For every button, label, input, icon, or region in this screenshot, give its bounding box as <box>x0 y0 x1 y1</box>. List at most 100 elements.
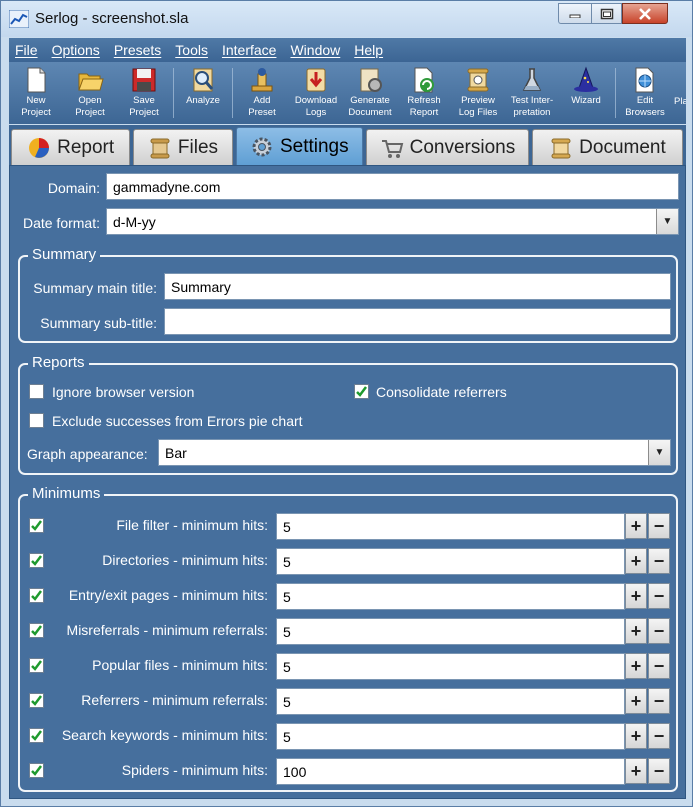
menu-window[interactable]: Window <box>290 42 340 58</box>
restore-icon <box>600 8 613 19</box>
analyze-button[interactable]: Analyze <box>176 62 230 124</box>
pie-chart-icon <box>29 137 50 158</box>
maximize-button[interactable] <box>591 3 622 24</box>
edit-browsers-button[interactable]: Edit Browsers <box>618 62 672 124</box>
refresh-report-button[interactable]: Refresh Report <box>397 62 451 124</box>
popular-files-decrement-button[interactable]: − <box>648 653 670 679</box>
open-project-button[interactable]: Open Project <box>63 62 117 124</box>
entry-exit-pages-label: Entry/exit pages - minimum hits: <box>68 587 268 603</box>
spiders-label: Spiders - minimum hits: <box>121 762 268 778</box>
download-logs-icon <box>306 68 326 92</box>
spiders-increment-button[interactable]: + <box>625 758 647 784</box>
analyze-icon <box>193 68 214 92</box>
checkmark-icon <box>31 695 42 706</box>
date-format-label: Date format: <box>22 215 100 231</box>
checkmark-icon <box>31 625 42 636</box>
add-preset-button[interactable]: Add Preset <box>235 62 289 124</box>
test-interpretation-button[interactable]: Test Inter- pretation <box>505 62 559 124</box>
app-window: Serlog - screenshot.sla File Options Pre… <box>0 0 693 807</box>
graph-appearance-select[interactable]: Bar ▼ <box>158 439 671 466</box>
file-filter-decrement-button[interactable]: − <box>648 513 670 539</box>
consolidate-referrers-label: Consolidate referrers <box>376 384 507 400</box>
referrers-increment-button[interactable]: + <box>625 688 647 714</box>
toolbar-separator <box>232 68 233 118</box>
menu-options[interactable]: Options <box>52 42 100 58</box>
tab-files[interactable]: Files <box>133 129 233 165</box>
spiders-input[interactable]: 100 <box>276 758 625 785</box>
minimums-group-title: Minimums <box>28 485 105 502</box>
referrers-input[interactable]: 5 <box>276 688 625 715</box>
open-project-icon <box>78 73 104 91</box>
misreferrals-decrement-button[interactable]: − <box>648 618 670 644</box>
tab-report[interactable]: Report <box>11 129 131 165</box>
tab-conversions[interactable]: Conversions <box>365 129 529 165</box>
graph-appearance-dropdown-button[interactable]: ▼ <box>648 440 670 465</box>
popular-files-input[interactable]: 5 <box>276 653 625 680</box>
close-button[interactable] <box>622 3 668 24</box>
wizard-icon <box>574 66 598 92</box>
minimize-button[interactable] <box>558 3 591 24</box>
consolidate-referrers-checkbox[interactable] <box>354 384 369 399</box>
preview-log-files-button[interactable]: Preview Log Files <box>451 62 505 124</box>
search-keywords-checkbox[interactable] <box>29 728 44 743</box>
new-project-button[interactable]: New Project <box>9 62 63 124</box>
directories-label: Directories - minimum hits: <box>102 552 268 568</box>
wizard-button[interactable]: Wizard <box>559 62 613 124</box>
ignore-browser-version-checkbox[interactable] <box>29 384 44 399</box>
tab-document[interactable]: Document <box>531 129 684 165</box>
popular-files-checkbox[interactable] <box>29 658 44 673</box>
entry-exit-pages-input[interactable]: 5 <box>276 583 625 610</box>
referrers-label: Referrers - minimum referrals: <box>81 692 268 708</box>
directories-checkbox[interactable] <box>29 553 44 568</box>
directories-input[interactable]: 5 <box>276 548 625 575</box>
file-filter-label: File filter - minimum hits: <box>116 517 268 533</box>
search-keywords-input[interactable]: 5 <box>276 723 625 750</box>
test-interpretation-icon <box>522 68 542 91</box>
domain-label: Domain: <box>47 180 100 196</box>
file-filter-checkbox[interactable] <box>29 518 44 533</box>
checkmark-icon <box>31 520 42 531</box>
misreferrals-increment-button[interactable]: + <box>625 618 647 644</box>
save-project-button[interactable]: Save Project <box>117 62 171 124</box>
download-logs-button[interactable]: Download Logs <box>289 62 343 124</box>
menu-interface[interactable]: Interface <box>222 42 276 58</box>
menu-help[interactable]: Help <box>354 42 383 58</box>
settings-panel: Domain: gammadyne.com Date format: d-M-y… <box>9 165 686 799</box>
entry-exit-pages-checkbox[interactable] <box>29 588 44 603</box>
entry-exit-pages-decrement-button[interactable]: − <box>648 583 670 609</box>
summary-sub-title-input[interactable] <box>164 308 671 335</box>
spiders-checkbox[interactable] <box>29 763 44 778</box>
entry-exit-pages-increment-button[interactable]: + <box>625 583 647 609</box>
search-keywords-decrement-button[interactable]: − <box>648 723 670 749</box>
domain-input[interactable]: gammadyne.com <box>106 173 679 200</box>
partial-toolbar-button[interactable]: Pla <box>672 62 686 124</box>
misreferrals-checkbox[interactable] <box>29 623 44 638</box>
tab-settings[interactable]: Settings <box>235 127 363 165</box>
tab-bar: Report Files Settings Conversions Docume… <box>9 125 686 165</box>
menu-tools[interactable]: Tools <box>175 42 208 58</box>
exclude-successes-checkbox[interactable] <box>29 413 44 428</box>
summary-main-title-input[interactable]: Summary <box>164 273 671 300</box>
gear-icon <box>252 137 272 156</box>
menu-file[interactable]: File <box>15 42 38 58</box>
checkmark-icon <box>31 730 42 741</box>
misreferrals-input[interactable]: 5 <box>276 618 625 645</box>
date-format-dropdown-button[interactable]: ▼ <box>656 209 678 234</box>
search-keywords-increment-button[interactable]: + <box>625 723 647 749</box>
date-format-select[interactable]: d-M-yy ▼ <box>106 208 679 235</box>
checkmark-icon <box>31 765 42 776</box>
referrers-checkbox[interactable] <box>29 693 44 708</box>
menu-presets[interactable]: Presets <box>114 42 161 58</box>
popular-files-increment-button[interactable]: + <box>625 653 647 679</box>
save-project-icon <box>132 68 156 92</box>
referrers-decrement-button[interactable]: − <box>648 688 670 714</box>
add-preset-icon <box>251 68 273 92</box>
spiders-decrement-button[interactable]: − <box>648 758 670 784</box>
checkmark-icon <box>31 555 42 566</box>
directories-increment-button[interactable]: + <box>625 548 647 574</box>
generate-document-button[interactable]: Generate Document <box>343 62 397 124</box>
file-filter-input[interactable]: 5 <box>276 513 625 540</box>
file-filter-increment-button[interactable]: + <box>625 513 647 539</box>
ignore-browser-version-label: Ignore browser version <box>52 384 195 400</box>
directories-decrement-button[interactable]: − <box>648 548 670 574</box>
